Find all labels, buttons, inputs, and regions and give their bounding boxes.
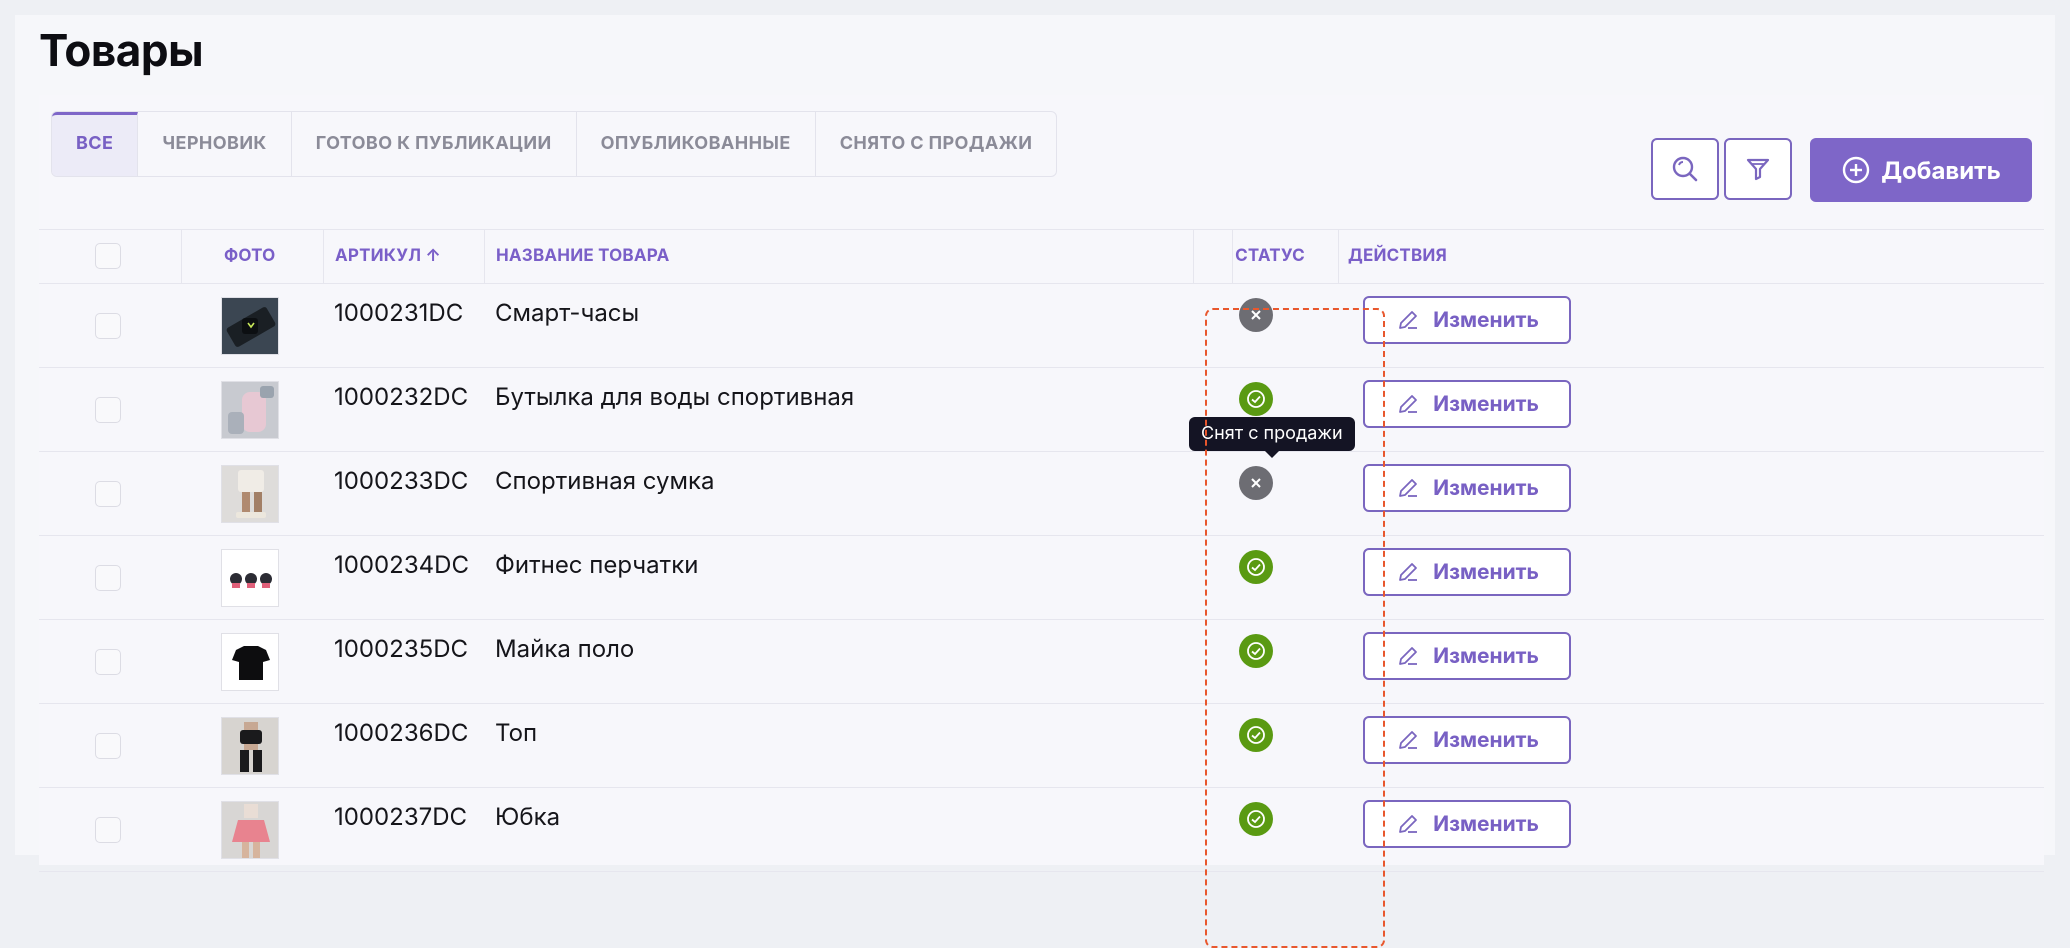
product-name: Бутылка для воды спортивная bbox=[495, 382, 855, 411]
product-photo bbox=[221, 465, 279, 523]
column-actions: ДЕЙСТВИЯ bbox=[1348, 246, 1447, 266]
pencil-icon bbox=[1399, 395, 1418, 413]
edit-button[interactable]: Изменить bbox=[1363, 632, 1571, 680]
column-photo: ФОТО bbox=[224, 246, 276, 266]
edit-button[interactable]: Изменить bbox=[1363, 800, 1571, 848]
row-checkbox[interactable] bbox=[95, 733, 121, 759]
products-card: ВСЕ ЧЕРНОВИК ГОТОВО К ПУБЛИКАЦИИ ОПУБЛИК… bbox=[39, 95, 2044, 948]
edit-button-label: Изменить bbox=[1433, 391, 1539, 417]
search-icon bbox=[1672, 156, 1698, 182]
edit-button[interactable]: Изменить bbox=[1363, 716, 1571, 764]
status-tooltip: Снят с продажи bbox=[1189, 417, 1355, 458]
pencil-icon bbox=[1399, 311, 1418, 329]
edit-button-label: Изменить bbox=[1433, 559, 1539, 585]
pencil-icon bbox=[1399, 563, 1418, 581]
edit-button-label: Изменить bbox=[1433, 811, 1539, 837]
status-withdrawn-icon[interactable] bbox=[1239, 466, 1273, 500]
edit-button[interactable]: Изменить bbox=[1363, 380, 1571, 428]
row-checkbox[interactable] bbox=[95, 313, 121, 339]
pencil-icon bbox=[1399, 815, 1418, 833]
status-published-icon[interactable] bbox=[1239, 550, 1273, 584]
row-checkbox[interactable] bbox=[95, 397, 121, 423]
status-published-icon[interactable] bbox=[1239, 382, 1273, 416]
product-photo bbox=[221, 717, 279, 775]
product-sku: 1000233DC bbox=[334, 466, 469, 495]
row-checkbox[interactable] bbox=[95, 481, 121, 507]
product-sku: 1000237DC bbox=[334, 802, 468, 831]
edit-button[interactable]: Изменить bbox=[1363, 296, 1571, 344]
edit-button-label: Изменить bbox=[1433, 643, 1539, 669]
tab-ready[interactable]: ГОТОВО К ПУБЛИКАЦИИ bbox=[292, 112, 577, 176]
edit-button[interactable]: Изменить bbox=[1363, 464, 1571, 512]
product-photo bbox=[221, 801, 279, 859]
product-photo bbox=[221, 297, 279, 355]
edit-button-label: Изменить bbox=[1433, 307, 1539, 333]
search-button[interactable] bbox=[1651, 138, 1719, 200]
tab-draft[interactable]: ЧЕРНОВИК bbox=[138, 112, 292, 176]
pencil-icon bbox=[1399, 731, 1418, 749]
table-row: 1000231DC Смарт-часы Изменить bbox=[39, 284, 2044, 368]
status-withdrawn-icon[interactable] bbox=[1239, 298, 1273, 332]
product-sku: 1000236DC bbox=[334, 718, 469, 747]
product-sku: 1000235DC bbox=[334, 634, 469, 663]
product-name: Фитнес перчатки bbox=[495, 550, 699, 579]
products-page: Товары ВСЕ ЧЕРНОВИК ГОТОВО К ПУБЛИКАЦИИ … bbox=[15, 15, 2055, 948]
product-sku: 1000231DC bbox=[334, 298, 464, 327]
row-checkbox[interactable] bbox=[95, 649, 121, 675]
table-row: 1000235DC Майка поло Изменить bbox=[39, 620, 2044, 704]
select-all-checkbox[interactable] bbox=[95, 243, 121, 269]
product-name: Топ bbox=[495, 718, 538, 747]
tab-published[interactable]: ОПУБЛИКОВАННЫЕ bbox=[577, 112, 816, 176]
status-tabs: ВСЕ ЧЕРНОВИК ГОТОВО К ПУБЛИКАЦИИ ОПУБЛИК… bbox=[51, 111, 1058, 177]
plus-circle-icon bbox=[1843, 156, 1870, 184]
table-row: 1000233DC Спортивная сумка Изменить bbox=[39, 452, 2044, 536]
page-title: Товары bbox=[39, 23, 204, 77]
table-row: 1000234DC Фитнес перчатки Изменить bbox=[39, 536, 2044, 620]
filter-icon bbox=[1746, 158, 1770, 181]
product-name: Майка поло bbox=[495, 634, 635, 663]
pencil-icon bbox=[1399, 479, 1418, 497]
edit-button-label: Изменить bbox=[1433, 475, 1539, 501]
edit-button-label: Изменить bbox=[1433, 727, 1539, 753]
tab-all[interactable]: ВСЕ bbox=[52, 112, 139, 176]
status-published-icon[interactable] bbox=[1239, 802, 1273, 836]
product-name: Юбка bbox=[495, 802, 561, 831]
column-sku[interactable]: АРТИКУЛ ↑ bbox=[335, 230, 441, 283]
column-name[interactable]: НАЗВАНИЕ ТОВАРА bbox=[496, 230, 669, 283]
add-button-label: Добавить bbox=[1881, 155, 2001, 185]
product-name: Спортивная сумка bbox=[495, 466, 715, 495]
edit-button[interactable]: Изменить bbox=[1363, 548, 1571, 596]
product-photo bbox=[221, 381, 279, 439]
product-sku: 1000232DC bbox=[334, 382, 469, 411]
table-row: 1000232DC Бутылка для воды спортивная Изме… bbox=[39, 368, 2044, 452]
status-published-icon[interactable] bbox=[1239, 634, 1273, 668]
pencil-icon bbox=[1399, 647, 1418, 665]
filter-button[interactable] bbox=[1724, 138, 1792, 200]
tab-withdrawn[interactable]: СНЯТО С ПРОДАЖИ bbox=[816, 112, 1057, 176]
product-name: Смарт-часы bbox=[495, 298, 640, 327]
column-status[interactable]: СТАТУС bbox=[1228, 230, 1312, 283]
add-button[interactable]: Добавить bbox=[1810, 138, 2032, 202]
table-row: 1000237DC Юбка Изменить bbox=[39, 788, 2044, 872]
row-checkbox[interactable] bbox=[95, 817, 121, 843]
status-published-icon[interactable] bbox=[1239, 718, 1273, 752]
table-row: 1000236DC Топ Изменить bbox=[39, 704, 2044, 788]
product-photo bbox=[221, 549, 279, 607]
row-checkbox[interactable] bbox=[95, 565, 121, 591]
product-sku: 1000234DC bbox=[334, 550, 469, 579]
table-header: ФОТО АРТИКУЛ ↑ НАЗВАНИЕ ТОВАРА СТАТУС ДЕ… bbox=[39, 229, 2044, 284]
product-photo bbox=[221, 633, 279, 691]
